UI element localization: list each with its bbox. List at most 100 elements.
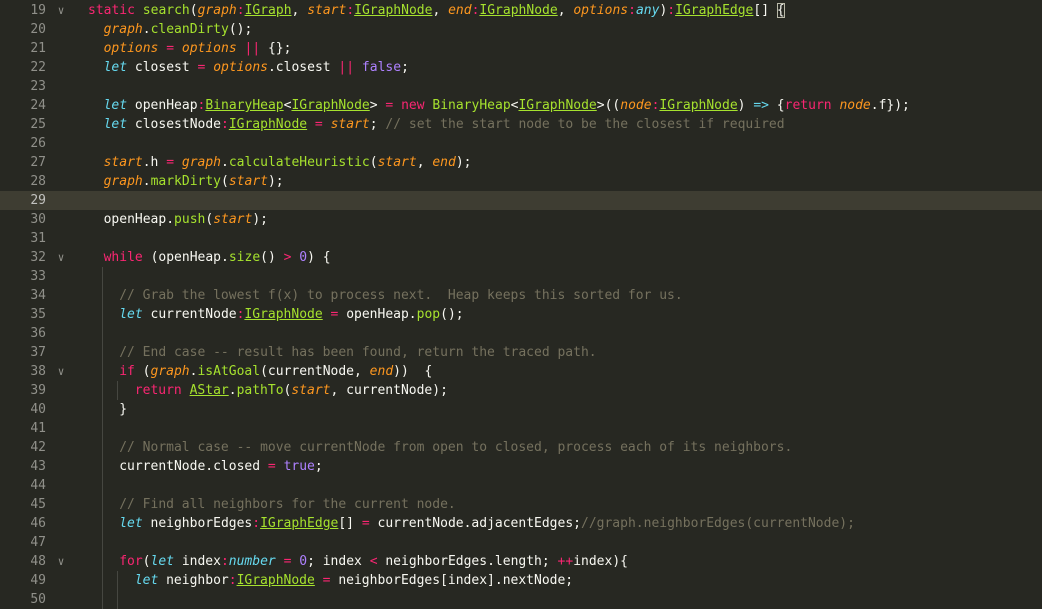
current-line[interactable]: 29 bbox=[0, 191, 1042, 210]
code-token: neighborEdges.length; bbox=[377, 554, 558, 569]
indent-guide bbox=[101, 286, 103, 305]
code-token: for bbox=[119, 554, 143, 569]
code-line[interactable]: 35 let currentNode:IGraphNode = openHeap.… bbox=[0, 305, 1042, 324]
line-number: 24 bbox=[30, 98, 46, 113]
code-line[interactable]: 26 bbox=[0, 134, 1042, 153]
code-text[interactable]: let closestNode:IGraphNode = start; // s… bbox=[104, 115, 785, 134]
line-number: 43 bbox=[30, 459, 46, 474]
code-token: options bbox=[213, 60, 268, 75]
code-token: pathTo bbox=[236, 383, 284, 398]
code-line[interactable]: 49 let neighbor:IGraphNode = neighborEdge… bbox=[0, 571, 1042, 590]
fold-chevron-icon[interactable]: ∨ bbox=[54, 552, 68, 571]
code-line[interactable]: 38 ∨ if (graph.isAtGoal(currentNode, end))… bbox=[0, 362, 1042, 381]
code-text[interactable]: return AStar.pathTo(start, currentNode); bbox=[135, 381, 448, 400]
code-token: = bbox=[322, 307, 347, 322]
indent-guide bbox=[101, 324, 103, 343]
code-line[interactable]: 25 let closestNode:IGraphNode = start; //… bbox=[0, 115, 1042, 134]
code-line[interactable]: 36 bbox=[0, 324, 1042, 343]
code-line[interactable]: 21 options = options || {}; bbox=[0, 39, 1042, 58]
code-token: = bbox=[260, 459, 284, 474]
code-editor[interactable]: 19 ∨ static search(graph:IGraph, start:IGr… bbox=[0, 0, 1042, 609]
line-number: 25 bbox=[30, 117, 46, 132]
code-token: ) { bbox=[307, 250, 331, 265]
line-number: 34 bbox=[30, 288, 46, 303]
code-text[interactable]: } bbox=[119, 400, 127, 419]
fold-chevron-icon[interactable]: ∨ bbox=[54, 248, 68, 267]
code-token: = bbox=[354, 516, 378, 531]
code-line[interactable]: 37 // End case -- result has been found, … bbox=[0, 343, 1042, 362]
code-line[interactable]: 34 // Grab the lowest f(x) to process nex… bbox=[0, 286, 1042, 305]
code-line[interactable]: 28 graph.markDirty(start); bbox=[0, 172, 1042, 191]
code-token: ( bbox=[205, 212, 214, 227]
code-line[interactable]: 48 ∨ for(let index:number = 0; index < nei… bbox=[0, 552, 1042, 571]
code-line[interactable]: 23 bbox=[0, 77, 1042, 96]
code-token: IGraphNode bbox=[659, 98, 738, 113]
code-line[interactable]: 22 let closest = options.closest || false… bbox=[0, 58, 1042, 77]
code-line[interactable]: 47 bbox=[0, 533, 1042, 552]
fold-chevron-icon[interactable]: ∨ bbox=[54, 1, 68, 20]
code-text[interactable]: start.h = graph.calculateHeuristic(start… bbox=[104, 153, 472, 172]
code-line[interactable]: 24 let openHeap:BinaryHeap<IGraphNode> = … bbox=[0, 96, 1042, 115]
code-line[interactable]: 33 bbox=[0, 267, 1042, 286]
code-text[interactable]: if (graph.isAtGoal(currentNode, end)) { bbox=[119, 362, 432, 381]
code-text[interactable]: currentNode.closed = true; bbox=[119, 457, 323, 476]
code-token: isAtGoal bbox=[197, 364, 261, 379]
code-token: currentNode.closed bbox=[119, 459, 261, 474]
code-token: : bbox=[667, 3, 676, 18]
code-token: true bbox=[283, 459, 315, 474]
code-lines[interactable]: 19 ∨ static search(graph:IGraph, start:IGr… bbox=[0, 1, 1042, 609]
code-line[interactable]: 46 let neighborEdges:IGraphEdge[] = curre… bbox=[0, 514, 1042, 533]
code-line[interactable]: 27 start.h = graph.calculateHeuristic(sta… bbox=[0, 153, 1042, 172]
code-line[interactable]: 31 bbox=[0, 229, 1042, 248]
code-line[interactable]: 20 graph.cleanDirty(); bbox=[0, 20, 1042, 39]
code-token: start bbox=[330, 117, 370, 132]
code-line[interactable]: 19 ∨ static search(graph:IGraph, start:IGr… bbox=[0, 1, 1042, 20]
code-line[interactable]: 44 bbox=[0, 476, 1042, 495]
code-token: ; bbox=[314, 459, 323, 474]
code-token: return bbox=[784, 98, 840, 113]
code-token: >(( bbox=[596, 98, 621, 113]
code-text[interactable]: for(let index:number = 0; index < neighb… bbox=[119, 552, 628, 571]
code-text[interactable]: // End case -- result has been found, re… bbox=[119, 343, 596, 362]
code-line[interactable]: 40} bbox=[0, 400, 1042, 419]
code-text[interactable]: let neighbor:IGraphNode = neighborEdges[… bbox=[135, 571, 573, 590]
code-token: , currentNode); bbox=[330, 383, 448, 398]
code-token: graph bbox=[150, 364, 190, 379]
code-text[interactable]: openHeap.push(start); bbox=[104, 210, 268, 229]
code-line[interactable]: 41 bbox=[0, 419, 1042, 438]
code-text[interactable]: // Normal case -- move currentNode from … bbox=[119, 438, 792, 457]
fold-chevron-icon[interactable]: ∨ bbox=[54, 362, 68, 381]
code-token: [] bbox=[338, 516, 355, 531]
code-token: false bbox=[361, 60, 402, 75]
code-line[interactable]: 39 return AStar.pathTo(start, currentNode… bbox=[0, 381, 1042, 400]
code-token: ( bbox=[189, 3, 198, 18]
indent-guide bbox=[101, 362, 103, 381]
code-text[interactable]: // Grab the lowest f(x) to process next.… bbox=[119, 286, 683, 305]
code-line[interactable]: 45 // Find all neighbors for the current … bbox=[0, 495, 1042, 514]
code-line[interactable]: 50 bbox=[0, 590, 1042, 609]
code-token: IGraphNode bbox=[291, 98, 370, 113]
code-line[interactable]: 32 ∨ while (openHeap.size() > 0) { bbox=[0, 248, 1042, 267]
indent-guide bbox=[101, 571, 103, 590]
code-line[interactable]: 43 currentNode.closed = true; bbox=[0, 457, 1042, 476]
code-text[interactable]: let closest = options.closest || false; bbox=[104, 58, 409, 77]
code-text[interactable]: graph.cleanDirty(); bbox=[104, 20, 253, 39]
code-text[interactable]: while (openHeap.size() > 0) { bbox=[104, 248, 331, 267]
line-number: 20 bbox=[30, 22, 46, 37]
code-line[interactable]: 42 // Normal case -- move currentNode fro… bbox=[0, 438, 1042, 457]
code-token: node bbox=[620, 98, 652, 113]
code-text[interactable]: let neighborEdges:IGraphEdge[] = current… bbox=[119, 514, 855, 533]
code-text[interactable]: options = options || {}; bbox=[104, 39, 292, 58]
code-text[interactable]: let currentNode:IGraphNode = openHeap.po… bbox=[119, 305, 463, 324]
line-number: 39 bbox=[30, 383, 46, 398]
code-text[interactable]: static search(graph:IGraph, start:IGraph… bbox=[88, 1, 785, 20]
code-token: IGraphNode bbox=[354, 3, 433, 18]
code-token: ( bbox=[369, 155, 378, 170]
code-token: IGraphNode bbox=[236, 573, 315, 588]
code-token: start bbox=[228, 174, 268, 189]
code-text[interactable]: // Find all neighbors for the current no… bbox=[119, 495, 456, 514]
code-text[interactable]: graph.markDirty(start); bbox=[104, 172, 284, 191]
code-line[interactable]: 30 openHeap.push(start); bbox=[0, 210, 1042, 229]
code-text[interactable]: let openHeap:BinaryHeap<IGraphNode> = ne… bbox=[104, 96, 910, 115]
code-token: , bbox=[291, 3, 308, 18]
